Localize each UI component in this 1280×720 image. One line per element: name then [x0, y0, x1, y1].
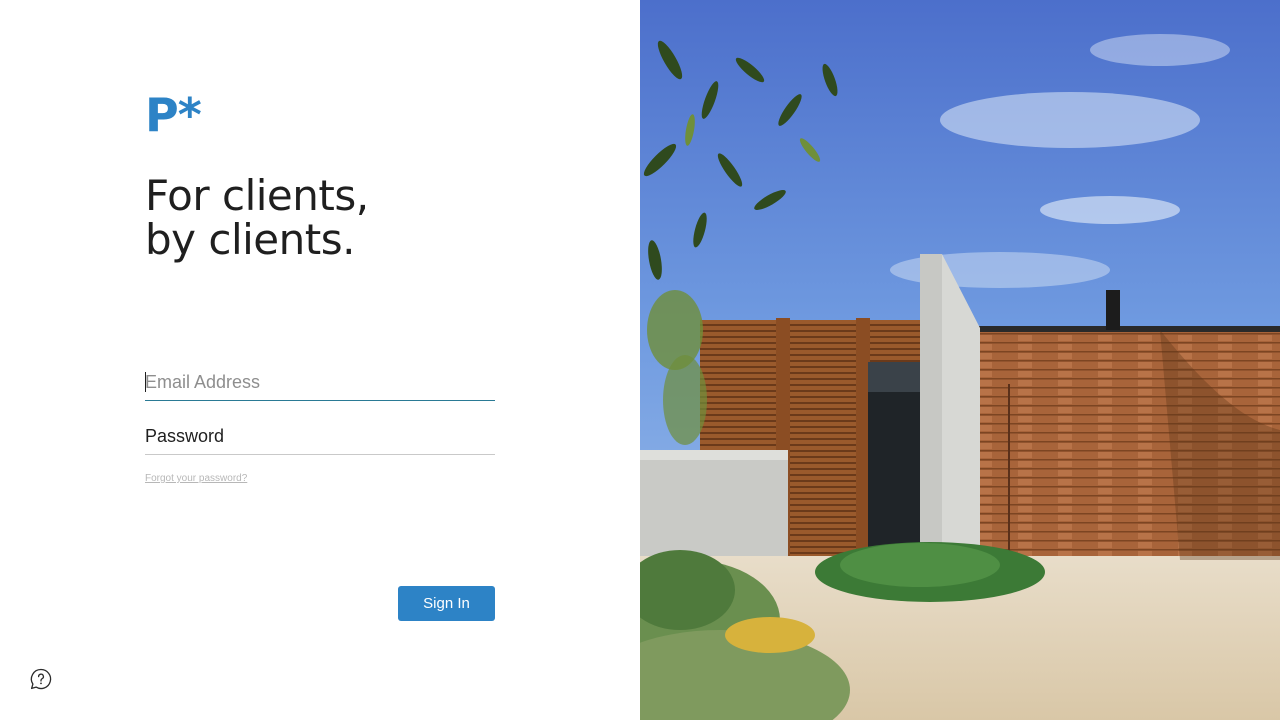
tagline: For clients, by clients.	[145, 174, 369, 262]
hero-image-panel	[640, 0, 1280, 720]
login-panel: P* For clients, by clients. Forgot your …	[0, 0, 640, 720]
password-field[interactable]	[145, 419, 495, 455]
email-field[interactable]	[145, 365, 495, 401]
forgot-password-link[interactable]: Forgot your password?	[145, 473, 247, 484]
tagline-line-1: For clients,	[145, 171, 369, 220]
house-exterior-photo	[640, 0, 1280, 720]
help-chat-icon[interactable]	[29, 667, 53, 691]
tagline-line-2: by clients.	[145, 215, 355, 264]
sign-in-button[interactable]: Sign In	[398, 586, 495, 621]
brand-logo: P*	[145, 88, 202, 142]
text-caret	[145, 372, 146, 392]
